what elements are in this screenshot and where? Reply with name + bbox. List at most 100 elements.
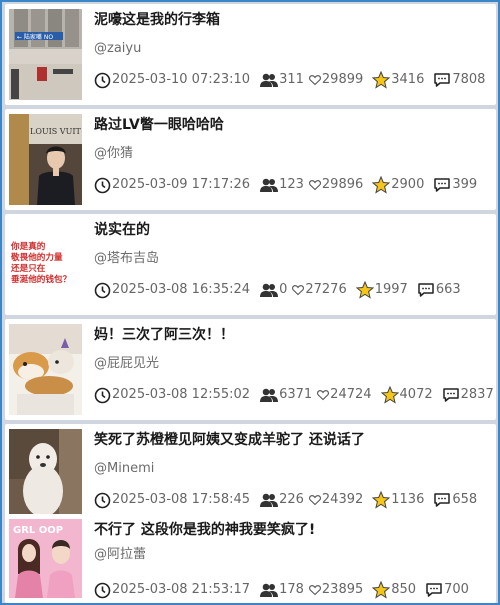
timestamp: 2025-03-08 17:58:45 [94, 490, 250, 510]
red-text-image: 你是真的 敬畏他的力量 还是只在 垂涎他的钱包？ [9, 219, 82, 310]
man-at-store-photo: LOUIS VUIT [9, 114, 82, 205]
star-icon [372, 491, 391, 509]
heart-icon [308, 585, 321, 596]
timestamp: 2025-03-10 07:23:10 [94, 70, 250, 90]
two-people-pink-photo: GRL OOP [9, 519, 82, 598]
post-stats: 2025-03-08 17:58:45 226 24392 1136 658 [94, 490, 482, 510]
users-count: 226 [260, 490, 304, 510]
users-icon [260, 388, 279, 402]
star-icon [355, 281, 374, 299]
post-card[interactable]: GRL OOP 不行了 这段你是我的神我要笑疯了! @阿拉蕾 2025-03-0… [5, 514, 496, 603]
post-title[interactable]: 不行了 这段你是我的神我要笑疯了! [94, 520, 315, 540]
star-icon [380, 386, 399, 404]
users-count: 6371 [260, 385, 312, 405]
likes-count[interactable]: 29896 [308, 175, 363, 195]
post-author[interactable]: @Minemi [94, 459, 154, 479]
svg-text:你是真的: 你是真的 [10, 240, 46, 252]
post-title[interactable]: 妈！三次了阿三次！！ [94, 325, 234, 345]
post-author[interactable]: @zaiyu [94, 39, 141, 59]
post-card[interactable]: 你是真的 敬畏他的力量 还是只在 垂涎他的钱包？ 说实在的 @塔布吉岛 2025… [5, 214, 496, 315]
stars-count[interactable]: 4072 [380, 385, 433, 405]
heart-icon [308, 495, 321, 506]
post-card[interactable]: ← 陆家嘴 NO 泥嚎这是我的行李箱 @zaiyu 2025-03-10 07:… [5, 4, 496, 105]
post-author[interactable]: @阿拉蕾 [94, 545, 146, 565]
feed-list: ← 陆家嘴 NO 泥嚎这是我的行李箱 @zaiyu 2025-03-10 07:… [0, 0, 500, 605]
comment-icon [434, 178, 451, 192]
clock-icon [94, 72, 111, 88]
post-author[interactable]: @塔布吉岛 [94, 249, 159, 269]
svg-text:垂涎他的钱包？: 垂涎他的钱包？ [11, 273, 71, 285]
post-title[interactable]: 路过LV瞥一眼哈哈哈 [94, 115, 224, 135]
stars-count[interactable]: 3416 [372, 70, 424, 90]
post-card[interactable]: LOUIS VUIT 路过LV瞥一眼哈哈哈 @你猜 2025-03-09 17:… [5, 109, 496, 210]
stars-count[interactable]: 1997 [355, 280, 408, 300]
post-thumbnail[interactable]: LOUIS VUIT [9, 114, 82, 205]
post-thumbnail[interactable] [9, 324, 82, 415]
post-title[interactable]: 泥嚎这是我的行李箱 [94, 10, 220, 30]
svg-text:还是只在: 还是只在 [10, 262, 46, 274]
star-icon [372, 71, 391, 89]
clock-icon [94, 387, 111, 403]
street-building-photo: ← 陆家嘴 NO [9, 9, 82, 100]
users-icon [260, 493, 279, 507]
users-icon [260, 283, 279, 297]
star-icon [372, 581, 391, 599]
comments-count[interactable]: 700 [425, 580, 469, 600]
comments-count[interactable]: 7808 [433, 70, 485, 90]
comment-icon [442, 388, 459, 402]
post-author[interactable]: @屁屁见光 [94, 354, 159, 374]
post-stats: 2025-03-09 17:17:26 123 29896 2900 399 [94, 175, 482, 195]
likes-count[interactable]: 24392 [308, 490, 363, 510]
post-thumbnail[interactable] [9, 429, 82, 520]
svg-text:← 陆家嘴 NO: ← 陆家嘴 NO [17, 33, 53, 41]
clock-icon [94, 492, 111, 508]
comments-count[interactable]: 663 [417, 280, 461, 300]
svg-text:LOUIS VUIT: LOUIS VUIT [30, 127, 81, 136]
alpaca-dog-photo [9, 429, 82, 520]
timestamp: 2025-03-08 21:53:17 [94, 580, 250, 600]
clock-icon [94, 177, 111, 193]
timestamp: 2025-03-09 17:17:26 [94, 175, 250, 195]
comments-count[interactable]: 2837 [442, 385, 494, 405]
users-count: 311 [260, 70, 304, 90]
comment-icon [434, 493, 451, 507]
post-card[interactable]: 妈！三次了阿三次！！ @屁屁见光 2025-03-08 12:55:02 637… [5, 319, 496, 420]
heart-icon [308, 75, 321, 86]
post-thumbnail[interactable]: GRL OOP [9, 519, 82, 598]
stars-count[interactable]: 2900 [372, 175, 424, 195]
comment-icon [434, 73, 451, 87]
hamster-photo [9, 324, 82, 415]
users-count: 123 [260, 175, 304, 195]
post-stats: 2025-03-08 12:55:02 6371 24724 4072 2837 [94, 385, 499, 405]
post-card[interactable]: 笑死了苏橙橙见阿姨又变成羊驼了 还说话了 @Minemi 2025-03-08 … [5, 424, 496, 525]
post-title[interactable]: 说实在的 [94, 220, 150, 240]
likes-count[interactable]: 23895 [308, 580, 363, 600]
users-icon [260, 178, 279, 192]
timestamp: 2025-03-08 12:55:02 [94, 385, 250, 405]
post-author[interactable]: @你猜 [94, 144, 133, 164]
post-thumbnail[interactable]: ← 陆家嘴 NO [9, 9, 82, 100]
users-icon [260, 583, 279, 597]
users-count: 0 [260, 280, 287, 300]
post-stats: 2025-03-08 21:53:17 178 23895 850 700 [94, 580, 474, 600]
comments-count[interactable]: 658 [433, 490, 477, 510]
likes-count[interactable]: 27276 [292, 280, 347, 300]
heart-icon [292, 285, 305, 296]
likes-count[interactable]: 29899 [308, 70, 363, 90]
stars-count[interactable]: 850 [372, 580, 416, 600]
comment-icon [418, 283, 434, 297]
post-title[interactable]: 笑死了苏橙橙见阿姨又变成羊驼了 还说话了 [94, 430, 365, 450]
stars-count[interactable]: 1136 [372, 490, 424, 510]
users-count: 178 [260, 580, 304, 600]
clock-icon [94, 282, 111, 298]
post-thumbnail[interactable]: 你是真的 敬畏他的力量 还是只在 垂涎他的钱包？ [9, 219, 82, 310]
star-icon [372, 176, 391, 194]
post-stats: 2025-03-10 07:23:10 311 29899 3416 7808 [94, 70, 490, 90]
heart-icon [308, 180, 321, 191]
likes-count[interactable]: 24724 [317, 385, 372, 405]
timestamp: 2025-03-08 16:35:24 [94, 280, 250, 300]
clock-icon [94, 582, 111, 598]
comments-count[interactable]: 399 [433, 175, 477, 195]
heart-icon [317, 390, 330, 401]
comment-icon [426, 583, 442, 597]
